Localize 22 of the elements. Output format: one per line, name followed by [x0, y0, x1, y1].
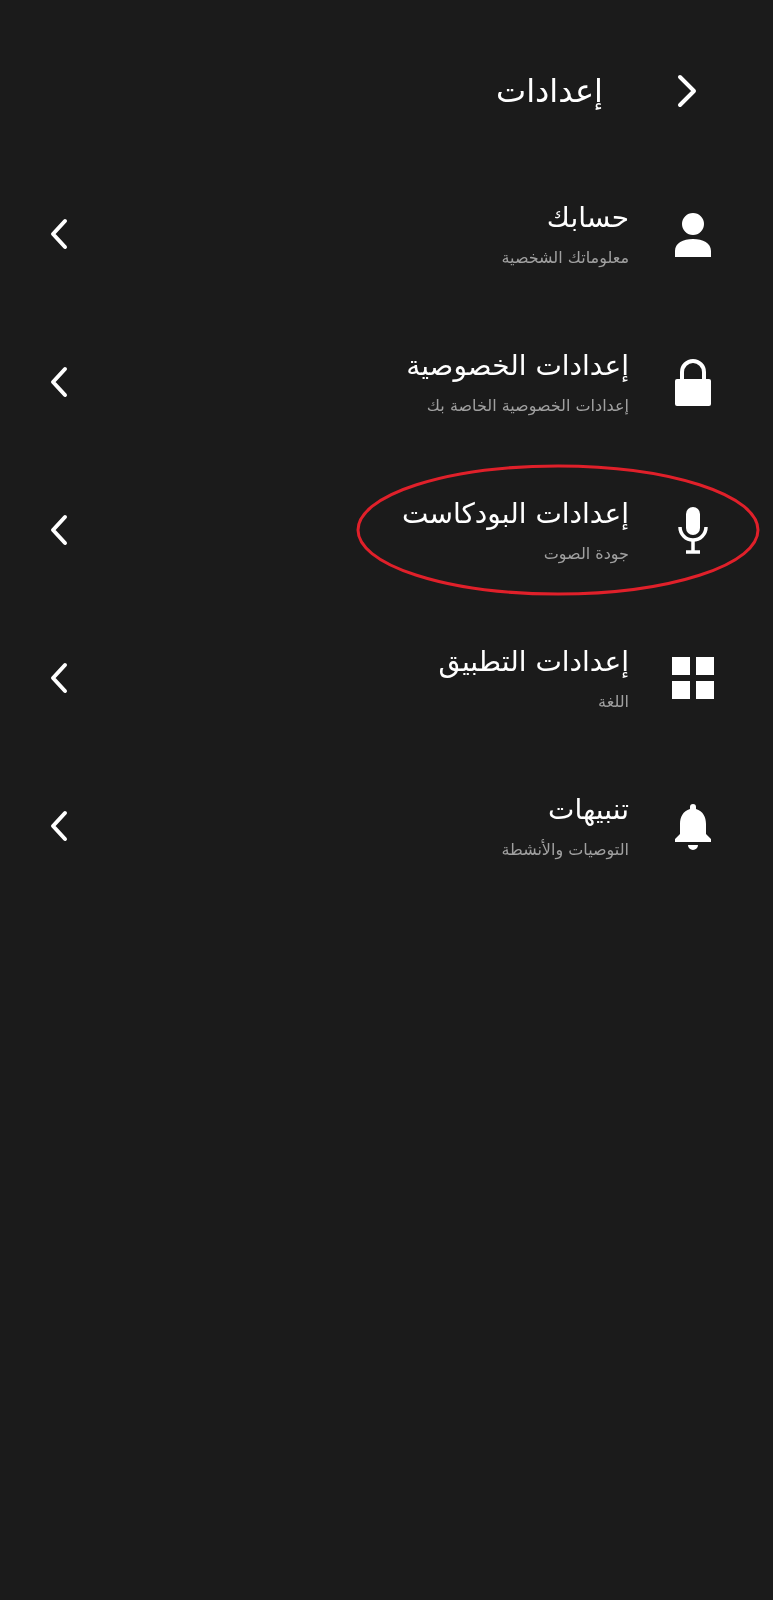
item-title[interactable]: إعدادات الخصوصية [406, 349, 629, 382]
microphone-icon [676, 505, 710, 555]
person-icon [673, 211, 713, 257]
item-subtitle: جودة الصوت [542, 544, 629, 563]
chevron-icon[interactable] [48, 661, 70, 695]
item-title[interactable]: إعدادات البودكاست [402, 497, 629, 530]
grid-icon [672, 657, 714, 699]
page-title: إعدادات [496, 72, 603, 110]
chevron-icon[interactable] [48, 365, 70, 399]
item-subtitle: معلوماتك الشخصية [501, 248, 629, 267]
item-subtitle: إعدادات الخصوصية الخاصة بك [425, 396, 629, 415]
chevron-icon[interactable] [48, 513, 70, 547]
item-title[interactable]: إعدادات التطبيق [438, 645, 629, 678]
lock-icon [674, 358, 712, 406]
back-icon[interactable] [675, 73, 699, 109]
item-title[interactable]: تنبيهات [501, 793, 629, 826]
chevron-icon[interactable] [48, 809, 70, 843]
chevron-icon[interactable] [48, 217, 70, 251]
item-subtitle: التوصيات والأنشطة [501, 840, 629, 859]
item-title[interactable]: حسابك [501, 201, 629, 234]
item-subtitle: اللغة [597, 692, 629, 711]
bell-icon [674, 802, 712, 850]
